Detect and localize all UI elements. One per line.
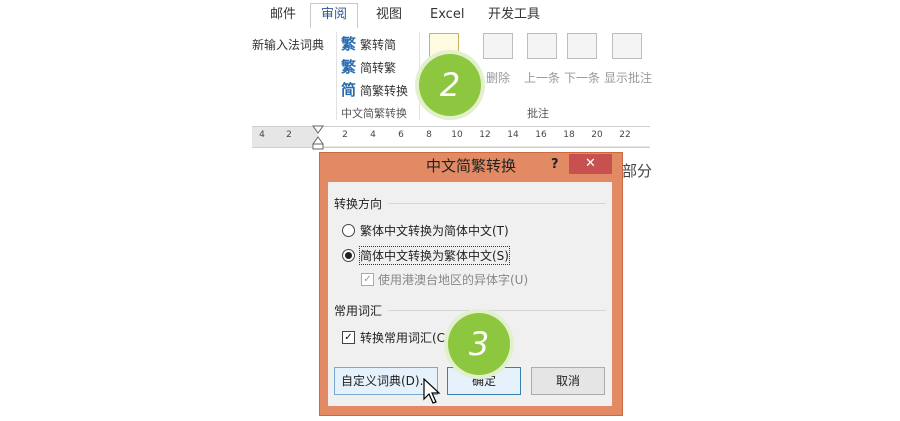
ruler-tick: 16 xyxy=(535,130,547,140)
ruler-tick: 12 xyxy=(479,130,491,140)
next-arrow-icon xyxy=(567,33,597,59)
tab-review[interactable]: 审阅 xyxy=(310,3,359,29)
chinese-conversion-group-label: 中文简繁转换 xyxy=(341,107,407,120)
previous-comment-button[interactable]: 上一条 xyxy=(522,33,562,86)
simp-trad-convert-button[interactable]: 简繁转换 xyxy=(360,82,408,99)
step-2-badge: 2 xyxy=(419,54,481,116)
simp-to-trad-radio[interactable] xyxy=(342,249,355,262)
show-comments-button[interactable]: 显示批注 xyxy=(604,33,653,86)
mouse-pointer-icon xyxy=(423,378,441,404)
previous-label: 上一条 xyxy=(523,71,560,85)
ruler-tick: 10 xyxy=(451,130,463,140)
ruler-tick: 6 xyxy=(398,130,404,140)
simp-trad-convert-icon: 简 xyxy=(341,81,357,99)
convert-common-checkbox[interactable]: ✓ xyxy=(342,331,355,344)
show-comments-label: 显示批注 xyxy=(604,71,653,85)
comments-group-label: 批注 xyxy=(527,107,549,120)
ruler-tick: 22 xyxy=(619,130,631,140)
divider xyxy=(388,310,606,311)
close-button[interactable]: ✕ xyxy=(569,154,612,174)
ruler-tick: 8 xyxy=(426,130,432,140)
vocab-section-label: 常用词汇 xyxy=(334,304,383,318)
next-comment-button[interactable]: 下一条 xyxy=(562,33,602,86)
cancel-button[interactable]: 取消 xyxy=(531,367,605,395)
delete-comment-button[interactable]: 删除 xyxy=(480,33,516,86)
ribbon-tab-bar: 邮件 审阅 视图 Excel 开发工具 xyxy=(252,0,650,29)
chinese-conversion-dialog: 中文简繁转换 ? ✕ 转换方向 繁体中文转换为简体中文(T) 简体中文转换为繁体… xyxy=(319,152,623,416)
new-ime-dictionary-button[interactable]: 新输入法词典 xyxy=(252,36,324,53)
ruler-tick: 20 xyxy=(591,130,603,140)
ruler-tick: 14 xyxy=(507,130,519,140)
tab-mailings[interactable]: 邮件 xyxy=(260,4,306,28)
hk-variants-checkbox[interactable]: ✓ xyxy=(361,273,374,286)
trad-to-simp-label[interactable]: 繁体中文转换为简体中文(T) xyxy=(360,222,509,239)
convert-common-label[interactable]: 转换常用词汇(C) xyxy=(360,329,450,346)
delete-comment-icon xyxy=(483,33,513,59)
previous-arrow-icon xyxy=(527,33,557,59)
show-comments-icon xyxy=(612,33,642,59)
simp-to-trad-label[interactable]: 简体中文转换为繁体中文(S) xyxy=(359,246,510,265)
step-3-badge: 3 xyxy=(448,313,510,375)
ruler-tick: 4 xyxy=(259,130,265,140)
trad-to-simp-radio[interactable] xyxy=(342,224,355,237)
help-button[interactable]: ? xyxy=(551,157,559,172)
divider xyxy=(336,32,337,120)
divider xyxy=(388,203,606,204)
simp-to-trad-button[interactable]: 简转繁 xyxy=(360,59,396,76)
direction-section-label: 转换方向 xyxy=(334,197,383,211)
ruler-tick: 4 xyxy=(370,130,376,140)
simp-to-trad-icon: 繁 xyxy=(341,58,357,76)
trad-to-simp-icon: 繁 xyxy=(341,35,357,53)
tab-developer[interactable]: 开发工具 xyxy=(478,4,550,28)
ruler-tick: 2 xyxy=(286,130,292,140)
delete-label: 删除 xyxy=(485,71,510,85)
indent-marker-icon[interactable] xyxy=(311,125,325,151)
tab-excel[interactable]: Excel xyxy=(420,4,474,28)
trad-to-simp-button[interactable]: 繁转简 xyxy=(360,36,396,53)
document-text: 部分 xyxy=(622,162,653,180)
next-label: 下一条 xyxy=(563,71,600,85)
tab-view[interactable]: 视图 xyxy=(366,4,412,28)
hk-variants-label[interactable]: 使用港澳台地区的异体字(U) xyxy=(378,271,528,288)
ruler-tick: 2 xyxy=(342,130,348,140)
ruler-tick: 18 xyxy=(563,130,575,140)
